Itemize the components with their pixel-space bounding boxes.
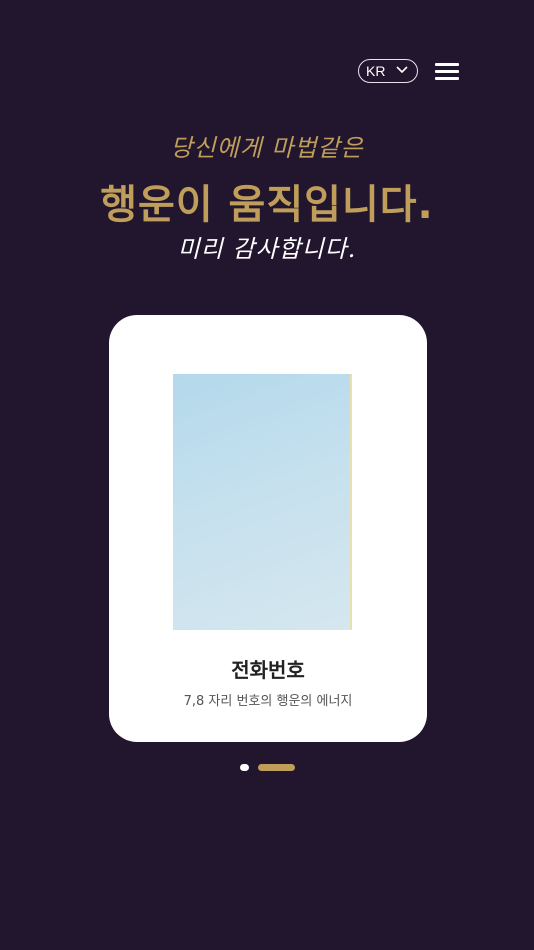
product-card[interactable]: 전화번호 7,8 자리 번호의 행운의 에너지 (109, 315, 427, 742)
menu-line (435, 63, 459, 66)
carousel-dot-2-active[interactable] (258, 764, 295, 771)
chevron-down-icon (396, 66, 408, 74)
card-subtitle: 7,8 자리 번호의 행운의 에너지 (183, 694, 353, 709)
hero-line-1: 당신에게 마법같은 (170, 134, 364, 162)
menu-line (435, 70, 459, 73)
product-image (173, 374, 352, 630)
menu-line (435, 77, 459, 80)
language-label: KR (366, 63, 386, 79)
carousel-dot-1[interactable] (240, 764, 249, 771)
card-title: 전화번호 (231, 658, 305, 682)
language-dropdown[interactable]: KR (358, 59, 418, 83)
hero-line-2: 행운이 움직입니다. (100, 182, 434, 228)
hamburger-menu-icon[interactable] (435, 63, 459, 81)
hero-line-3: 미리 감사합니다. (177, 235, 357, 263)
